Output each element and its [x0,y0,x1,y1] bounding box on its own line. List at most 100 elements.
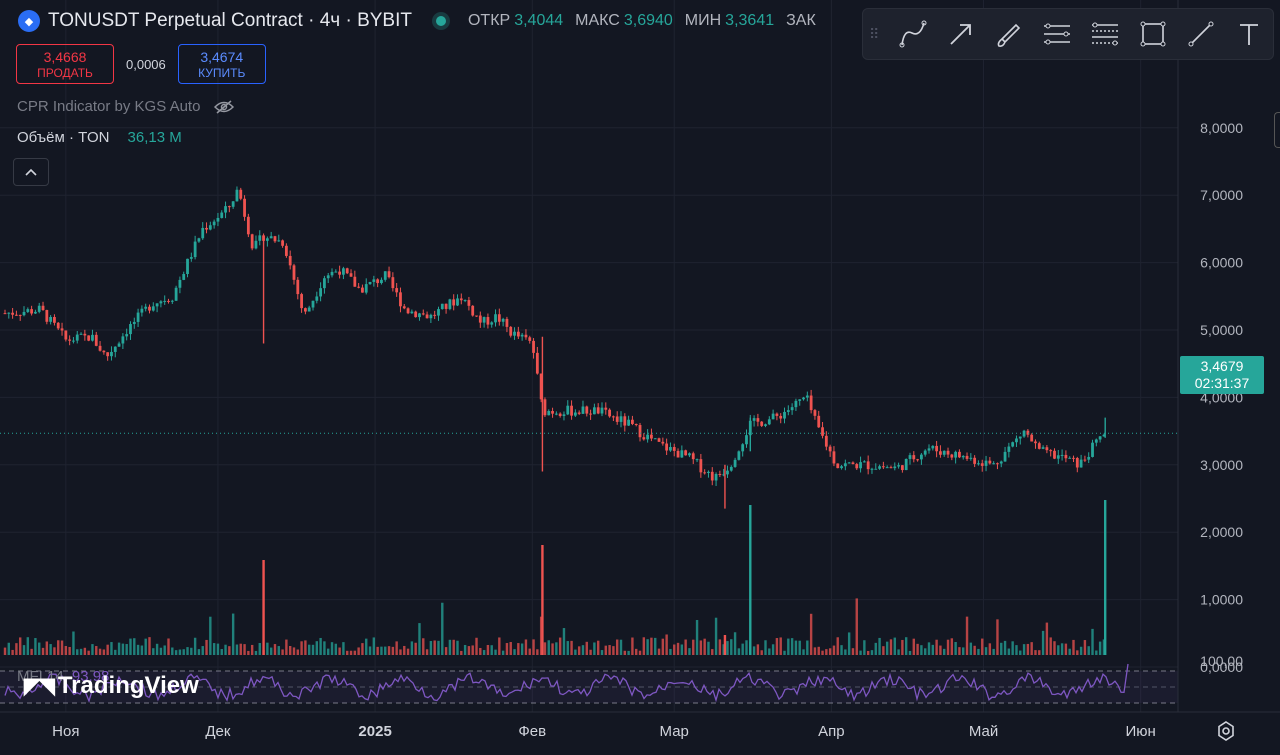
volume-bar [825,649,828,655]
volume-bar [619,639,623,655]
volume-bar [505,643,509,655]
candle-body [745,435,748,445]
volume-bar [361,643,364,655]
candle-body [528,337,532,341]
market-status-icon[interactable] [435,16,446,26]
candle-body [524,334,528,338]
candle-body [520,334,524,337]
candle-body [144,306,148,309]
candle-body [406,308,410,314]
price-scale-handle[interactable] [1274,112,1280,148]
arrow-tool-icon[interactable] [937,10,985,58]
volume-bar [129,638,132,655]
price-tick-label: 7,0000 [1200,187,1243,203]
parallel-channel-icon[interactable] [1033,10,1081,58]
volume-bar [72,631,75,655]
eye-off-icon[interactable] [214,99,235,114]
candle-body [718,473,722,475]
volume-bar [608,645,611,655]
candle-body [691,453,695,460]
candle-body [996,463,999,465]
candle-body [1083,459,1087,461]
volume-bar [292,647,296,655]
candle-body [661,441,665,444]
candle-body [292,265,296,280]
chart-settings-icon[interactable] [1214,719,1238,743]
volume-bar [676,642,680,655]
volume-bar [1053,641,1056,655]
candle-body [79,333,83,335]
volume-bar [262,560,265,655]
cpr-indicator-legend[interactable]: CPR Indicator by KGS Auto [17,98,235,115]
rectangle-tool-icon[interactable] [1129,10,1177,58]
symbol-title[interactable]: TONUSDT Perpetual Contract · 4ч · BYBIT [48,10,412,32]
volume-bar [665,634,668,655]
candle-body [273,236,277,242]
brush-tool-icon[interactable] [985,10,1033,58]
volume-bar [950,638,954,655]
volume-bar [1038,650,1041,655]
candle-body [874,468,878,470]
candle-body [113,346,117,352]
candle-body [201,227,205,239]
drag-handle-icon[interactable]: ⠿ [869,26,889,43]
volume-bar [410,641,414,655]
candle-body [1045,447,1049,451]
candle-body [155,303,159,307]
candle-body [870,468,874,470]
volume-indicator-legend[interactable]: Объём · TON 36,13 M [17,129,182,146]
candle-body [916,459,919,461]
sell-button[interactable]: 3,4668 ПРОДАТЬ [16,44,114,84]
volume-bar [878,637,881,655]
low-value: 3,3641 [725,12,775,29]
tradingview-logo[interactable]: ◤◥ TradingView [24,672,199,700]
curve-tool-icon[interactable] [889,10,937,58]
volume-bar [163,645,166,655]
candle-body [349,273,353,277]
volume-bar [509,642,512,655]
volume-bar [969,642,973,655]
candle-body [714,473,718,481]
candle-body [11,312,15,315]
volume-bar [1091,628,1094,655]
candle-body [87,335,91,341]
candle-body [912,455,916,460]
candle-body [471,305,475,316]
volume-bar [673,644,676,655]
candle-body [775,413,779,416]
candle-body [741,444,745,452]
volume-bar [574,649,577,655]
volume-bar [3,647,7,655]
volume-bar [616,639,619,655]
volume-bar [178,649,182,655]
drawing-toolbar: ⠿ [862,8,1274,60]
candle-body [254,240,258,249]
volume-bar [1003,640,1007,655]
volume-bar [433,640,436,655]
candle-body [311,300,315,308]
candle-body [570,405,573,416]
volume-bar [498,637,501,655]
volume-bar [140,645,144,655]
volume-bar [570,640,573,655]
candle-body [3,313,7,315]
candle-body [30,309,34,314]
candle-body [452,299,456,306]
collapse-legend-button[interactable] [13,158,49,186]
buy-button[interactable]: 3,4674 КУПИТЬ [177,44,266,84]
fib-retracement-icon[interactable] [1081,10,1129,58]
candle-body [543,399,547,416]
volume-bar [1000,642,1003,655]
volume-bar [15,643,18,655]
candle-body [64,330,68,340]
trend-line-icon[interactable] [1177,10,1225,58]
candle-body [1007,446,1011,452]
candle-body [129,324,132,335]
candle-body [573,412,577,416]
text-tool-icon[interactable] [1225,10,1273,58]
volume-bar [19,637,22,655]
volume-bar [863,640,866,655]
volume-bar [1068,648,1071,655]
volume-bar [152,648,155,655]
volume-bar [787,638,790,655]
